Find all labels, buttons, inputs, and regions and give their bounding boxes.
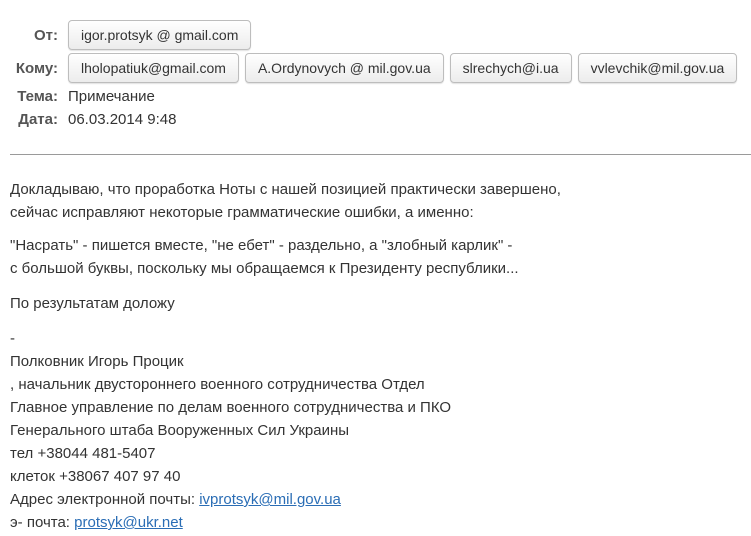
body-line: По результатам доложу xyxy=(10,295,175,312)
signature-dash: - xyxy=(10,330,15,347)
from-label: От: xyxy=(33,26,58,44)
email2-link[interactable]: protsyk@ukr.net xyxy=(74,514,183,531)
body-line: с большой буквы, поскольку мы обращаемся… xyxy=(10,260,519,277)
email-link[interactable]: ivprotsyk@mil.gov.ua xyxy=(199,491,341,508)
body-line: сейчас исправляют некоторые грамматическ… xyxy=(10,204,474,221)
subject-label: Тема: xyxy=(17,88,58,105)
date-row: Дата: 06.03.2014 9:48 xyxy=(0,111,176,128)
date-value: 06.03.2014 9:48 xyxy=(68,111,177,128)
to-address-chip[interactable]: lholopatiuk@gmail.com xyxy=(68,53,239,83)
message-body: Докладываю, что проработка Ноты с нашей … xyxy=(10,178,745,534)
signature-cell: клеток +38067 407 97 40 xyxy=(10,468,181,485)
body-line: "Насрать" - пишется вместе, "не ебет" - … xyxy=(10,237,513,254)
to-address-chip[interactable]: A.Ordynovych @ mil.gov.ua xyxy=(244,53,444,83)
signature-email2-row: э- почта: protsyk@ukr.net xyxy=(10,511,745,534)
subject-row: Тема: Примечание xyxy=(0,88,155,105)
header-divider xyxy=(10,154,751,155)
to-address-chip[interactable]: vvlevchik@mil.gov.ua xyxy=(577,53,738,83)
signature-line: Генерального штаба Вооруженных Сил Украи… xyxy=(10,422,350,439)
signature-line: Главное управление по делам военного сот… xyxy=(10,399,452,416)
date-label: Дата: xyxy=(18,111,58,128)
from-address-chip[interactable]: igor.protsyk @ gmail.com xyxy=(68,20,252,50)
subject-value: Примечание xyxy=(68,88,155,105)
email-label: Адрес электронной почты: xyxy=(10,491,200,508)
to-address-chip[interactable]: slrechych@i.ua xyxy=(449,53,572,83)
from-row: От: igor.protsyk @ gmail.com xyxy=(0,20,257,50)
body-line: Докладываю, что проработка Ноты с нашей … xyxy=(10,181,561,198)
signature-email-row: Адрес электронной почты: ivprotsyk@mil.g… xyxy=(10,488,745,511)
to-label: Кому: xyxy=(15,59,58,77)
signature-name: Полковник Игорь Процик xyxy=(10,353,184,370)
signature-phone: тел +38044 481-5407 xyxy=(10,445,156,462)
to-row: Кому: lholopatiuk@gmail.com A.Ordynovych… xyxy=(0,53,743,83)
signature-line: , начальник двустороннего военного сотру… xyxy=(10,376,425,393)
email2-label: э- почта: xyxy=(10,514,75,531)
